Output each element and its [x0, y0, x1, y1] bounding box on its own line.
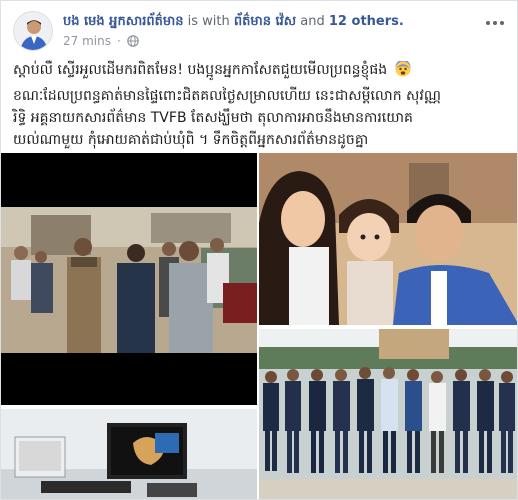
separator-dot: ·: [116, 34, 121, 48]
post-timestamp[interactable]: 27 mins: [63, 34, 111, 48]
post-line-1-text: ស្ដាប់លឺ ស្ទើរអួលដើមករពិតមែន! បងប្អូនអ្ន…: [13, 62, 388, 78]
ultrasound-monitor-photo[interactable]: [1, 409, 257, 499]
author-line: បង មេង អ្នកសារព័ត៌មាន is with ព័ត៌មាន វ៉…: [63, 13, 404, 32]
family-selfie-image: [259, 153, 517, 325]
avatar-image: [14, 12, 52, 50]
post-options-button[interactable]: [483, 15, 507, 31]
ultrasound-monitor-image: [1, 409, 257, 499]
others-link[interactable]: 12 others.: [329, 14, 404, 29]
arrest-scene-image: [1, 153, 257, 405]
tagged-page-link[interactable]: ព័ត៌មាន វ៉េស: [234, 14, 296, 29]
group-photo-image: [259, 329, 517, 499]
with-text: is with: [187, 14, 230, 29]
post-meta: 27 mins ·: [63, 34, 139, 48]
more-dot-icon: [486, 21, 490, 25]
more-dot-icon: [493, 21, 497, 25]
post-media-grid: [1, 153, 517, 499]
globe-icon[interactable]: [126, 35, 139, 47]
post-body-text: ស្ដាប់លឺ ស្ទើរអួលដើមករពិតមែន! បងប្អូនអ្ន…: [13, 59, 509, 151]
post-line-4: យល់ណាមួយ កុំអោយគាត់ជាប់ឃុំពិ ។ ទឹកចិត្តព…: [13, 132, 369, 148]
more-dot-icon: [500, 21, 504, 25]
author-avatar[interactable]: [13, 11, 53, 51]
news-feed-post: បង មេង អ្នកសារព័ត៌មាន is with ព័ត៌មាន វ៉…: [0, 0, 518, 500]
fearful-face-emoji: [395, 61, 411, 77]
post-header: បង មេង អ្នកសារព័ត៌មាន is with ព័ត៌មាន វ៉…: [13, 9, 507, 53]
author-name-link[interactable]: បង មេង អ្នកសារព័ត៌មាន: [63, 14, 183, 29]
and-text: and: [300, 14, 325, 29]
post-line-2: ខណៈដែលប្រពន្ធគាត់មានផ្ទៃពោះជិតគលថ្ងៃសម្រ…: [13, 88, 441, 104]
post-line-3: រិទ្ធិ អគ្គនាយកសារព័ត៌មាន TVFB តែសង្ឃឹមថ…: [13, 110, 413, 126]
police-arrest-scene-photo[interactable]: [1, 153, 257, 405]
family-selfie-photo[interactable]: [259, 153, 517, 325]
journalists-group-photo[interactable]: [259, 329, 517, 499]
post-line-1: ស្ដាប់លឺ ស្ទើរអួលដើមករពិតមែន! បងប្អូនអ្ន…: [13, 59, 509, 81]
